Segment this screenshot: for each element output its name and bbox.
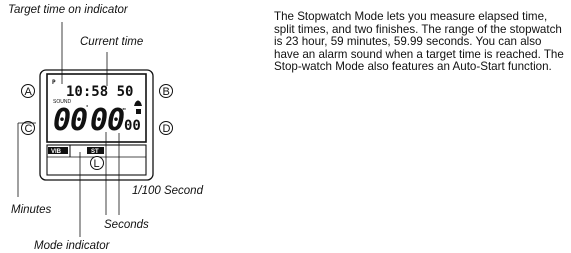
- button-l[interactable]: L: [90, 156, 104, 171]
- svg-text:L: L: [94, 158, 100, 170]
- svg-text:B: B: [163, 86, 170, 98]
- minutes-mark: ': [85, 104, 89, 112]
- callout-target-time: Target time on indicator: [8, 4, 128, 16]
- mode-label: ST: [91, 149, 99, 155]
- svg-text:C: C: [25, 123, 33, 135]
- callout-seconds: Seconds: [104, 219, 149, 231]
- button-b[interactable]: B: [159, 84, 173, 99]
- button-a[interactable]: A: [21, 84, 35, 99]
- callout-current-time: Current time: [80, 36, 144, 48]
- hundredths-digits: 00: [124, 118, 141, 134]
- seconds-digits: 00: [90, 103, 124, 138]
- callout-mode-indicator: Mode indicator: [34, 240, 110, 252]
- svg-text:A: A: [25, 86, 33, 98]
- p-mark: P: [52, 79, 56, 86]
- top-time-readout: 10:58 50: [66, 84, 133, 100]
- minutes-digits: 00: [53, 103, 87, 138]
- callout-minutes: Minutes: [11, 204, 52, 216]
- svg-text:D: D: [163, 123, 171, 135]
- description-text: The Stopwatch Mode lets you measure elap…: [274, 10, 564, 74]
- seconds-mark: ": [122, 107, 126, 115]
- button-c[interactable]: C: [21, 121, 35, 136]
- bell-icon: [134, 100, 142, 114]
- vib-label: VIB: [51, 149, 62, 155]
- button-d[interactable]: D: [159, 121, 173, 136]
- callout-one-hundredth: 1/100 Second: [132, 185, 203, 197]
